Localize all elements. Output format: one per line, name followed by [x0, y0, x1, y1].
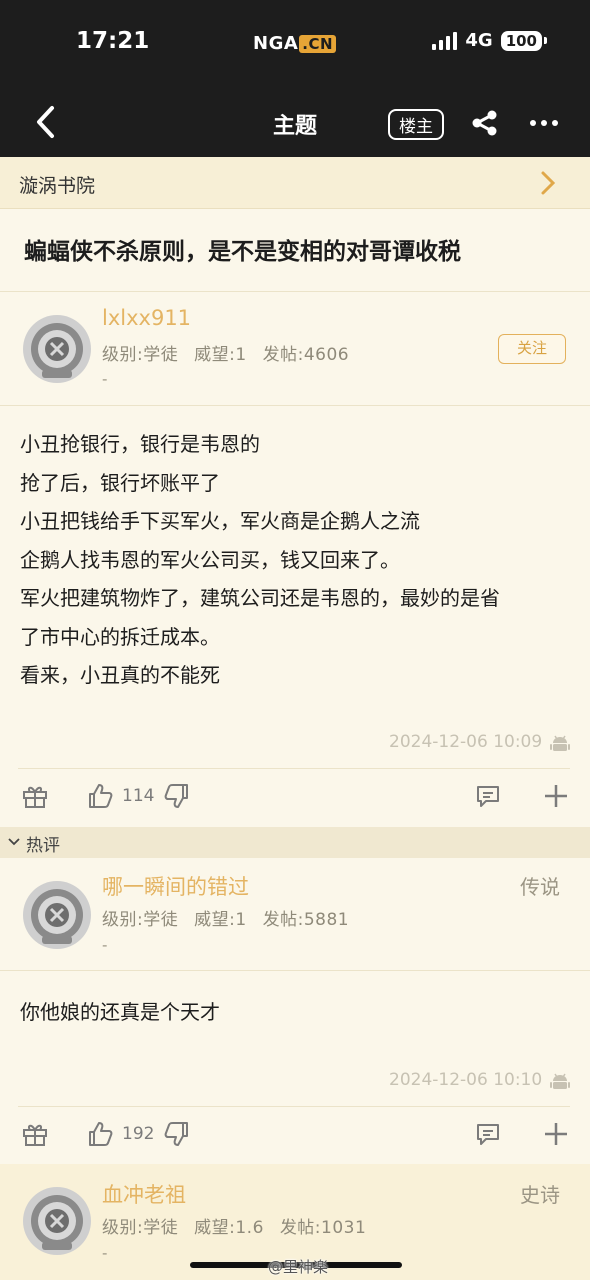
user-level: 级别:学徒	[102, 345, 179, 365]
android-icon	[550, 735, 570, 751]
logo-suffix: .CN	[299, 35, 337, 53]
post-time: 2024-12-06 10:10	[389, 1070, 543, 1090]
forum-name: 漩涡书院	[19, 175, 96, 197]
user-post-count: 发帖:5881	[262, 910, 350, 930]
share-icon	[472, 110, 497, 136]
thumbs-up-icon	[89, 784, 113, 808]
dislike-button[interactable]	[163, 782, 191, 810]
thumbs-down-icon	[164, 784, 188, 808]
post-line: 小丑把钱给手下买军火，军火商是企鹅人之流	[20, 509, 420, 533]
post-content: 小丑抢银行，银行是韦恩的 抢了后，银行坏账平了 小丑把钱给手下买军火，军火商是企…	[20, 425, 570, 695]
user-prestige: 威望:1	[194, 345, 247, 365]
follow-button[interactable]: 关注	[498, 334, 566, 364]
dislike-button[interactable]	[163, 1120, 191, 1148]
username[interactable]: 哪一瞬间的错过	[102, 871, 249, 901]
avatar[interactable]	[22, 1186, 92, 1256]
topic-title: 蝙蝠侠不杀原则，是不是变相的对哥谭收税	[24, 239, 461, 265]
status-time: 17:21	[76, 28, 150, 54]
user-info: 级别:学徒 威望:1.6 发帖:1031	[102, 1213, 376, 1238]
plus-icon	[545, 1123, 567, 1145]
user-signature: -	[102, 1244, 108, 1262]
android-icon	[550, 1073, 570, 1089]
user-info: 级别:学徒 威望:1 发帖:4606	[102, 340, 359, 365]
like-count: 192	[122, 1124, 155, 1144]
post-line: 小丑抢银行，银行是韦恩的	[20, 432, 260, 456]
user-post-count: 发帖:4606	[262, 345, 350, 365]
logo-text: NGA	[253, 33, 299, 54]
gift-button[interactable]	[21, 782, 49, 810]
gift-icon	[23, 1124, 47, 1146]
signal-icon	[432, 31, 458, 50]
back-button[interactable]	[30, 100, 64, 144]
divider	[0, 405, 590, 406]
avatar[interactable]	[22, 314, 92, 384]
post-line: 军火把建筑物炸了，建筑公司还是韦恩的，最妙的是省	[20, 586, 500, 610]
user-info: 级别:学徒 威望:1 发帖:5881	[102, 905, 359, 930]
hot-comments-header[interactable]: 热评	[0, 827, 590, 858]
gift-icon	[23, 786, 47, 808]
chevron-right-icon	[541, 171, 556, 195]
user-signature: -	[102, 936, 108, 954]
plus-icon	[545, 785, 567, 807]
divider	[18, 768, 570, 769]
reply-button[interactable]	[474, 1120, 502, 1148]
chevron-down-icon	[8, 838, 20, 846]
hot-comments-label: 热评	[26, 836, 60, 856]
more-button[interactable]	[528, 112, 560, 134]
username[interactable]: 血冲老祖	[102, 1179, 186, 1209]
like-button[interactable]	[86, 1120, 114, 1148]
reply-content: 你他娘的还真是个天才	[20, 1000, 220, 1024]
top-bar: 17:21 NGA .CN 4G 100 主题 楼主	[0, 0, 590, 157]
forum-breadcrumb[interactable]: 漩涡书院	[0, 157, 590, 209]
more-icon	[530, 120, 558, 126]
gift-button[interactable]	[21, 1120, 49, 1148]
more-actions-button[interactable]	[542, 782, 570, 810]
back-chevron-icon	[37, 106, 54, 138]
divider	[0, 970, 590, 971]
post-line: 抢了后，银行坏账平了	[20, 470, 220, 495]
username[interactable]: lxlxx911	[102, 306, 191, 330]
share-button[interactable]	[470, 108, 500, 138]
divider	[18, 1106, 570, 1107]
user-prestige: 威望:1.6	[194, 1218, 264, 1238]
user-rank: 传说	[520, 875, 560, 899]
page-title: 主题	[272, 114, 317, 139]
nga-logo: NGA .CN	[253, 33, 337, 54]
user-post-count: 发帖:1031	[279, 1218, 367, 1238]
more-actions-button[interactable]	[542, 1120, 570, 1148]
post-time: 2024-12-06 10:09	[389, 732, 543, 752]
user-level: 级别:学徒	[102, 1218, 179, 1238]
user-signature: -	[102, 370, 108, 388]
network-type: 4G	[465, 30, 493, 51]
battery-indicator: 100	[500, 30, 548, 51]
user-rank: 史诗	[520, 1183, 560, 1207]
post-line: 看来，小丑真的不能死	[20, 663, 220, 687]
like-button[interactable]	[86, 782, 114, 810]
comment-icon	[477, 786, 499, 807]
reply-button[interactable]	[474, 782, 502, 810]
watermark: @里神楽	[268, 1258, 329, 1276]
thumbs-up-icon	[89, 1122, 113, 1146]
thumbs-down-icon	[164, 1122, 188, 1146]
post-line: 了市中心的拆迁成本。	[20, 624, 220, 649]
comment-icon	[477, 1124, 499, 1145]
user-prestige: 威望:1	[194, 910, 247, 930]
user-level: 级别:学徒	[102, 910, 179, 930]
divider	[0, 291, 590, 292]
post-line: 企鹅人找韦恩的军火公司买，钱又回来了。	[20, 547, 400, 572]
only-op-button[interactable]: 楼主	[388, 109, 444, 140]
avatar[interactable]	[22, 880, 92, 950]
status-indicators: 4G 100	[432, 30, 548, 51]
like-count: 114	[122, 786, 155, 806]
